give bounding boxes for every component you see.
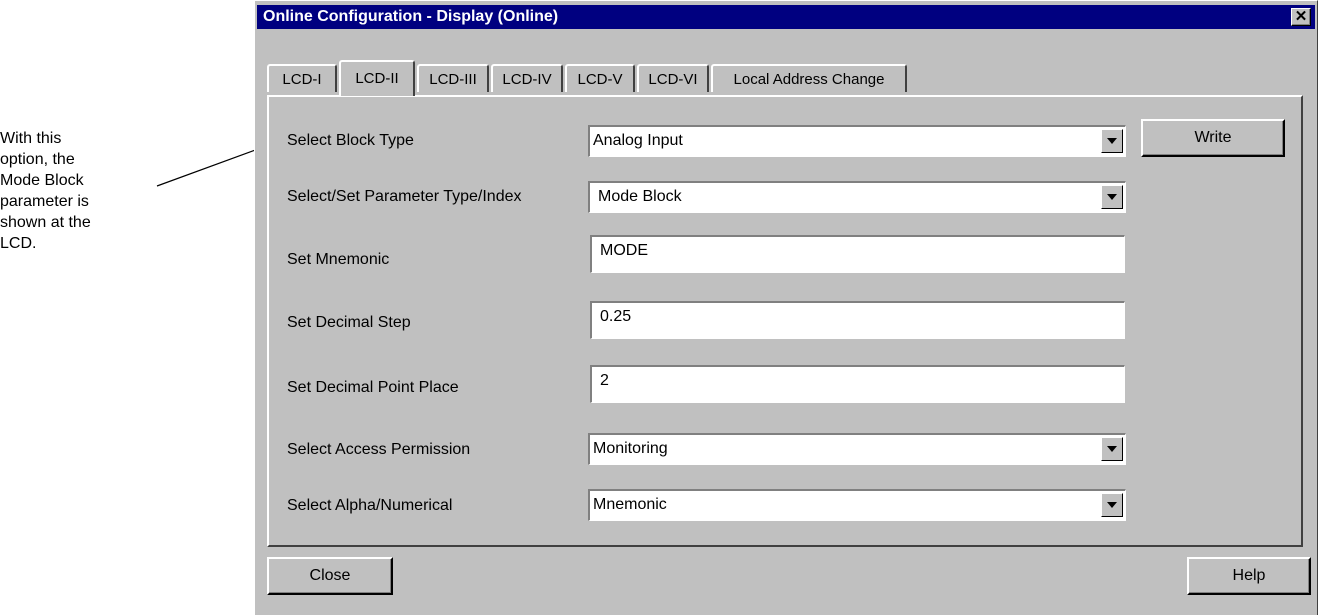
annotation-line: parameter is	[0, 193, 89, 210]
annotation-line: Mode Block	[0, 172, 84, 189]
mnemonic-input[interactable]: MODE	[590, 235, 1125, 273]
close-button[interactable]: Close	[267, 557, 393, 595]
block-type-select[interactable]: Analog Input	[588, 125, 1126, 157]
decimal-point-input[interactable]: 2	[590, 365, 1125, 403]
annotation-line: shown at the	[0, 214, 91, 231]
title-bar[interactable]: Online Configuration - Display (Online) …	[257, 5, 1315, 29]
block-type-value: Analog Input	[593, 132, 683, 149]
alpha-select[interactable]: Mnemonic	[588, 489, 1126, 521]
decimal-point-label: Set Decimal Point Place	[287, 379, 459, 396]
decimal-step-label: Set Decimal Step	[287, 314, 411, 331]
window-title: Online Configuration - Display (Online)	[263, 8, 559, 25]
parameter-select[interactable]: Mode Block	[588, 181, 1126, 213]
block-type-label: Select Block Type	[287, 132, 414, 149]
decimal-step-input[interactable]: 0.25	[590, 301, 1125, 339]
tab-lcd-i[interactable]: LCD-I	[267, 64, 337, 92]
tab-panel: Select Block Type Analog Input Select/Se…	[267, 95, 1303, 547]
annotation-line: LCD.	[0, 235, 37, 252]
write-button[interactable]: Write	[1141, 119, 1285, 157]
tab-local-address-change[interactable]: Local Address Change	[711, 64, 907, 92]
parameter-value: Mode Block	[598, 188, 682, 205]
mnemonic-value: MODE	[600, 242, 648, 259]
mnemonic-label: Set Mnemonic	[287, 251, 390, 268]
tab-lcd-ii[interactable]: LCD-II	[339, 60, 415, 96]
chevron-down-icon[interactable]	[1101, 185, 1123, 209]
annotation-line: option, the	[0, 151, 75, 168]
annotation-text: With this option, the Mode Block paramet…	[0, 128, 160, 254]
chevron-down-icon[interactable]	[1101, 493, 1123, 517]
decimal-point-value: 2	[600, 372, 609, 389]
close-icon[interactable]: ✕	[1291, 8, 1311, 26]
tab-lcd-iii[interactable]: LCD-III	[417, 64, 489, 92]
parameter-label: Select/Set Parameter Type/Index	[287, 188, 522, 205]
tab-lcd-iv[interactable]: LCD-IV	[491, 64, 563, 92]
chevron-down-icon[interactable]	[1101, 437, 1123, 461]
alpha-value: Mnemonic	[593, 496, 667, 513]
chevron-down-icon[interactable]	[1101, 129, 1123, 153]
access-label: Select Access Permission	[287, 441, 471, 458]
alpha-label: Select Alpha/Numerical	[287, 497, 453, 514]
dialog-window: Online Configuration - Display (Online) …	[254, 0, 1318, 615]
access-select[interactable]: Monitoring	[588, 433, 1126, 465]
annotation-line: With this	[0, 130, 62, 147]
decimal-step-value: 0.25	[600, 308, 632, 325]
tab-lcd-vi[interactable]: LCD-VI	[637, 64, 709, 92]
access-value: Monitoring	[593, 440, 668, 457]
tab-lcd-v[interactable]: LCD-V	[565, 64, 635, 92]
help-button[interactable]: Help	[1187, 557, 1311, 595]
